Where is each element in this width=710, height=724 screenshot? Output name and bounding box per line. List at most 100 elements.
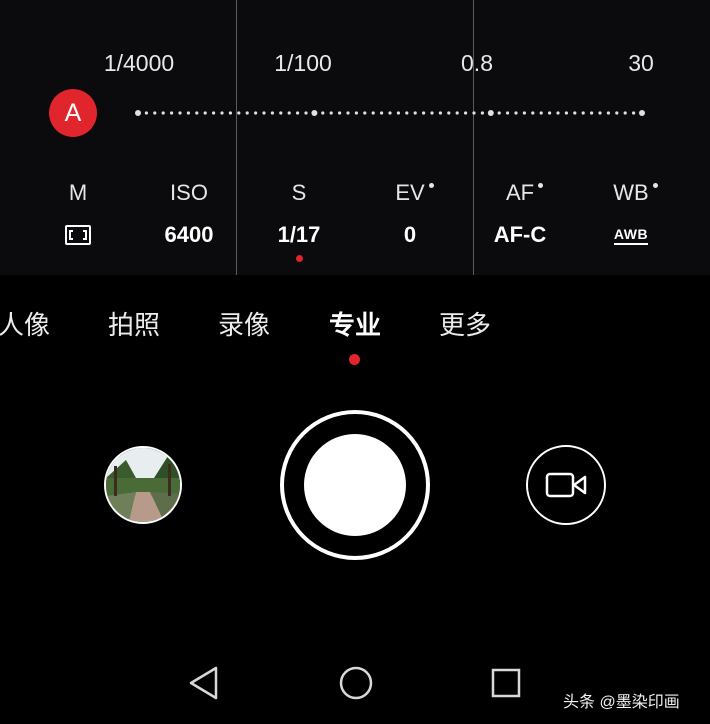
- pro-settings-panel: 1/4000 1/100 0.8 30 A M ISO 6400 S 1/17 …: [0, 0, 710, 275]
- dial-tick: [455, 111, 459, 115]
- dial-tick: [581, 111, 585, 115]
- gallery-thumbnail[interactable]: [104, 446, 182, 524]
- metering-icon: [65, 225, 91, 245]
- param-value: 0: [403, 222, 417, 247]
- dial-tick: [144, 111, 148, 115]
- param-focus[interactable]: AF AF-C: [465, 180, 575, 250]
- param-label: AF: [506, 180, 544, 210]
- dial-tick: [279, 111, 283, 115]
- dial-major-tick: [487, 110, 494, 116]
- dial-tick: [354, 111, 358, 115]
- selected-param-indicator: [296, 255, 303, 262]
- param-label: EV: [395, 180, 434, 210]
- param-shutter-speed[interactable]: S 1/17: [244, 180, 354, 250]
- dial-tick: [422, 111, 426, 115]
- active-mode-indicator: [349, 354, 360, 365]
- param-value: 6400: [164, 222, 214, 247]
- mode-pro[interactable]: 专业: [329, 305, 381, 342]
- scale-label-max: 30: [628, 50, 654, 76]
- dial-tick: [195, 111, 199, 115]
- dial-tick: [170, 111, 174, 115]
- dial-tick: [178, 111, 182, 115]
- dial-tick: [212, 111, 216, 115]
- param-exposure[interactable]: EV 0: [355, 180, 465, 250]
- dial-tick: [371, 111, 375, 115]
- dial-tick: [564, 111, 568, 115]
- dial-major-tick: [135, 110, 141, 116]
- dial-tick: [321, 111, 325, 115]
- dial-tick: [254, 111, 258, 115]
- dial-tick: [438, 111, 442, 115]
- dial-tick: [539, 111, 543, 115]
- dial-tick: [186, 111, 190, 115]
- mode-more[interactable]: 更多: [439, 305, 491, 342]
- dial-tick: [464, 111, 468, 115]
- scale-label: 0.8: [461, 50, 493, 76]
- dial-tick: [590, 111, 594, 115]
- dial-tick: [615, 111, 619, 115]
- mode-selector: 人像 拍照 录像 专业 更多: [0, 305, 710, 355]
- param-label: M: [68, 180, 88, 205]
- mode-photo[interactable]: 拍照: [108, 305, 160, 342]
- video-camera-icon: [545, 472, 587, 498]
- shutter-button[interactable]: [280, 410, 430, 560]
- dial-tick: [396, 111, 400, 115]
- dial-tick: [338, 111, 342, 115]
- param-metering[interactable]: M: [23, 180, 133, 250]
- dial-tick: [413, 111, 417, 115]
- back-icon[interactable]: [188, 665, 220, 701]
- shutter-core: [304, 434, 406, 536]
- shutter-speed-dial[interactable]: [130, 108, 650, 118]
- dial-tick: [237, 111, 241, 115]
- param-iso[interactable]: ISO 6400: [134, 180, 244, 250]
- dial-tick: [329, 111, 333, 115]
- dial-tick: [220, 111, 224, 115]
- mode-video[interactable]: 录像: [218, 305, 270, 342]
- dial-tick: [506, 111, 510, 115]
- dial-tick: [514, 111, 518, 115]
- param-label: ISO: [170, 180, 208, 205]
- mode-portrait[interactable]: 人像: [0, 305, 50, 342]
- auto-mode-button[interactable]: A: [49, 89, 97, 137]
- awb-icon: AWB: [613, 226, 649, 245]
- dial-major-tick: [311, 110, 318, 116]
- gallery-preview-image: [106, 448, 180, 522]
- dial-tick: [548, 111, 552, 115]
- dial-tick: [380, 111, 384, 115]
- video-record-button[interactable]: [526, 445, 606, 525]
- dial-tick: [497, 111, 501, 115]
- param-label: WB: [613, 180, 658, 210]
- dial-tick: [228, 111, 232, 115]
- param-value: AF-C: [493, 222, 547, 247]
- home-icon[interactable]: [338, 665, 374, 701]
- dial-tick: [304, 111, 308, 115]
- dial-tick: [472, 111, 476, 115]
- param-label: S: [291, 180, 307, 205]
- dial-tick: [480, 111, 484, 115]
- dial-tick: [270, 111, 274, 115]
- dial-tick: [606, 111, 610, 115]
- dial-tick: [363, 111, 367, 115]
- dial-tick: [245, 111, 249, 115]
- dial-tick: [388, 111, 392, 115]
- dial-tick: [531, 111, 535, 115]
- dial-tick: [430, 111, 434, 115]
- dial-tick: [346, 111, 350, 115]
- dial-tick: [287, 111, 291, 115]
- recents-icon[interactable]: [490, 665, 522, 701]
- dial-tick: [447, 111, 451, 115]
- param-white-balance[interactable]: WB AWB: [576, 180, 686, 250]
- dial-tick: [203, 111, 207, 115]
- dial-tick: [623, 111, 627, 115]
- dial-tick: [556, 111, 560, 115]
- scale-label-min: 1/4000: [103, 50, 175, 76]
- dial-tick: [405, 111, 409, 115]
- dial-tick: [296, 111, 300, 115]
- scale-label: 1/100: [274, 50, 332, 76]
- dial-major-tick: [639, 110, 645, 116]
- param-value: 1/17: [277, 222, 321, 247]
- dial-tick: [522, 111, 526, 115]
- dial-tick: [153, 111, 157, 115]
- dial-tick: [598, 111, 602, 115]
- dial-tick: [573, 111, 577, 115]
